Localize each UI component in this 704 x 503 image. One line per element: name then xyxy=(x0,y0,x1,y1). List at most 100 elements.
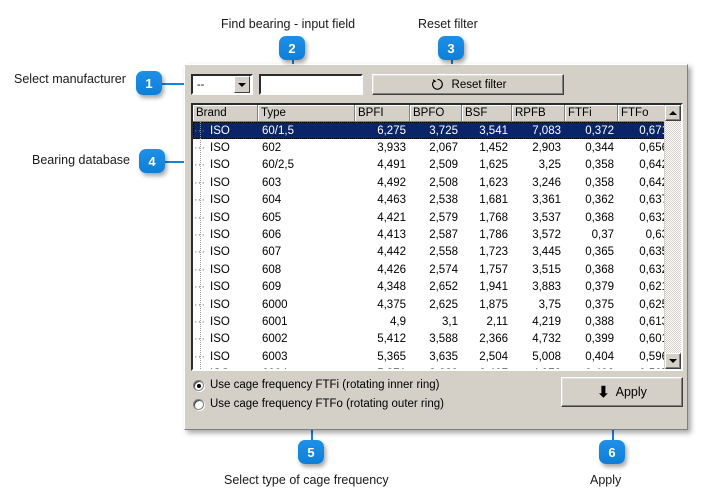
tree-node-icon: ··· xyxy=(194,315,205,328)
cell-bpfo: 2,579 xyxy=(429,211,458,224)
table-row[interactable]: ··· ISO 603 4,492 2,508 1,623 3,246 0,358 0,642 xyxy=(193,174,681,191)
cell-brand: ISO xyxy=(210,263,230,276)
cell-rpfb: 3,445 xyxy=(532,246,561,259)
cell-rpfb: 7,083 xyxy=(532,124,561,137)
bearing-database-dialog: -- Reset filter Brand Type BPFI BPFO BSF… xyxy=(184,64,688,430)
annotation-label-6: Apply xyxy=(590,473,622,487)
tree-node-icon: ··· xyxy=(193,366,206,369)
cell-brand: ISO xyxy=(206,366,258,369)
grid-body[interactable]: ··· ISO 60/1,5 6,275 3,725 3,541 7,083 0,372 0,6… xyxy=(193,122,681,369)
table-row[interactable]: ··· ISO 6003 5,365 3,635 2,504 5,008 0,404 0,596 xyxy=(193,348,681,365)
cell-bsf: 3,541 xyxy=(479,124,508,137)
callout-badge-1: 1 xyxy=(136,71,162,95)
table-row[interactable]: ··· ISO 6002 5,412 3,588 2,366 4,732 0,399 0,601 xyxy=(193,331,681,348)
cell-bpfo: 2,509 xyxy=(429,159,458,172)
table-row[interactable]: ··· ISO 602 3,933 2,067 1,452 2,903 0,344 0,656 xyxy=(193,139,681,156)
cell-brand: ISO xyxy=(210,211,230,224)
table-row[interactable]: ··· ISO 60/1,5 6,275 3,725 3,541 7,083 0,372 0,6… xyxy=(193,122,681,140)
cell-ftfi: 0,358 xyxy=(585,159,614,172)
cell-type: 603 xyxy=(262,176,282,189)
radio-option-ftfo[interactable]: Use cage frequency FTFo (rotating outer … xyxy=(193,396,444,413)
table-row[interactable]: ··· ISO 6001 4,9 3,1 2,11 4,219 0,388 0,613 xyxy=(193,313,681,330)
scroll-down-icon[interactable] xyxy=(665,353,681,369)
reset-filter-button[interactable]: Reset filter xyxy=(372,74,564,95)
cell-ftfi: 0,368 xyxy=(585,263,614,276)
column-header-bsf[interactable]: BSF xyxy=(462,105,512,121)
callout-badge-4: 4 xyxy=(139,149,165,173)
tree-node-icon: ··· xyxy=(194,194,205,207)
table-row[interactable]: ··· ISO 60/2,5 4,491 2,509 1,625 3,25 0,358 0,64… xyxy=(193,157,681,174)
cage-frequency-radio-group[interactable]: Use cage frequency FTFi (rotating inner … xyxy=(193,377,444,415)
manufacturer-selected-value: -- xyxy=(197,79,205,90)
radio-button-icon[interactable] xyxy=(193,399,204,410)
tree-node-icon: ··· xyxy=(194,350,205,363)
cell-bpfo: 3,725 xyxy=(429,124,458,137)
cell-bpfi: 5,371 xyxy=(355,366,410,369)
cell-bpfi: 4,492 xyxy=(377,176,406,189)
grid-vertical-scrollbar[interactable] xyxy=(664,105,681,369)
cell-rpfb: 2,903 xyxy=(532,142,561,155)
cell-rpfb: 3,515 xyxy=(532,263,561,276)
cell-bpfo: 2,558 xyxy=(429,246,458,259)
apply-button[interactable]: ⬇ Apply xyxy=(561,377,683,407)
cell-bpfo: 3,588 xyxy=(429,333,458,346)
manufacturer-select[interactable]: -- xyxy=(191,74,253,95)
table-row[interactable]: ···ISO60045,3713,6292,4974,9720,4020,597 xyxy=(193,365,681,369)
find-bearing-input[interactable] xyxy=(259,74,363,95)
radio-button-icon[interactable] xyxy=(193,380,204,391)
cell-bpfi: 4,9 xyxy=(390,315,406,328)
cell-type: 608 xyxy=(262,263,282,276)
cell-brand: ISO xyxy=(210,350,230,363)
column-header-ftfi[interactable]: FTFi xyxy=(565,105,618,121)
cell-brand: ISO xyxy=(210,194,230,207)
tree-node-icon: ··· xyxy=(194,298,205,311)
radio-option-label: Use cage frequency FTFo (rotating outer … xyxy=(210,398,444,410)
cell-ftfi: 0,365 xyxy=(585,246,614,259)
cell-bpfi: 5,412 xyxy=(377,333,406,346)
cell-bpfi: 4,463 xyxy=(377,194,406,207)
table-row[interactable]: ··· ISO 608 4,426 2,574 1,757 3,515 0,368 0,632 xyxy=(193,261,681,278)
chevron-down-icon[interactable] xyxy=(234,76,250,93)
tree-node-icon: ··· xyxy=(194,176,205,189)
cell-brand: ISO xyxy=(210,159,230,172)
cell-bsf: 2,497 xyxy=(462,366,512,369)
table-row[interactable]: ··· ISO 605 4,421 2,579 1,768 3,537 0,368 0,632 xyxy=(193,209,681,226)
scroll-up-icon[interactable] xyxy=(665,105,681,121)
column-header-brand[interactable]: Brand xyxy=(193,105,258,121)
cell-rpfb: 3,572 xyxy=(532,229,561,242)
callout-badge-3: 3 xyxy=(438,36,464,60)
column-header-bpfi[interactable]: BPFI xyxy=(355,105,410,121)
cell-bpfi: 4,491 xyxy=(377,159,406,172)
cell-bsf: 1,768 xyxy=(479,211,508,224)
cell-ftfi: 0,372 xyxy=(585,124,614,137)
column-header-rpfb[interactable]: RPFB xyxy=(512,105,565,121)
cell-type: 606 xyxy=(262,229,282,242)
table-row[interactable]: ··· ISO 606 4,413 2,587 1,786 3,572 0,37 0,63 xyxy=(193,226,681,243)
callout-badge-5: 5 xyxy=(298,440,324,464)
table-row[interactable]: ··· ISO 609 4,348 2,652 1,941 3,883 0,379 0,621 xyxy=(193,279,681,296)
table-row[interactable]: ··· ISO 604 4,463 2,538 1,681 3,361 0,362 0,637 xyxy=(193,192,681,209)
cell-bpfo: 2,538 xyxy=(429,194,458,207)
bearing-database-grid[interactable]: Brand Type BPFI BPFO BSF RPFB FTFi FTFo … xyxy=(191,103,683,371)
cell-ftfi: 0,37 xyxy=(591,229,614,242)
cell-ftfi: 0,388 xyxy=(585,315,614,328)
radio-option-ftfi[interactable]: Use cage frequency FTFi (rotating inner … xyxy=(193,377,444,394)
cell-bpfi: 4,442 xyxy=(377,246,406,259)
cell-rpfb: 4,732 xyxy=(532,333,561,346)
cell-brand: ISO xyxy=(210,176,230,189)
cell-bpfi: 4,375 xyxy=(377,298,406,311)
table-row[interactable]: ··· ISO 607 4,442 2,558 1,723 3,445 0,365 0,635 xyxy=(193,244,681,261)
arrow-down-icon: ⬇ xyxy=(597,383,610,401)
cell-ftfi: 0,375 xyxy=(585,298,614,311)
cell-ftfi: 0,402 xyxy=(565,366,618,369)
cell-bpfi: 4,421 xyxy=(377,211,406,224)
column-header-type[interactable]: Type xyxy=(258,105,355,121)
column-header-bpfo[interactable]: BPFO xyxy=(410,105,462,121)
cell-type: 60/2,5 xyxy=(262,159,294,172)
cell-rpfb: 3,883 xyxy=(532,281,561,294)
tree-node-icon: ··· xyxy=(194,263,205,276)
table-row[interactable]: ··· ISO 6000 4,375 2,625 1,875 3,75 0,375 0,625 xyxy=(193,296,681,313)
tree-node-icon: ··· xyxy=(194,246,205,259)
cell-brand: ISO xyxy=(210,315,230,328)
cell-ftfi: 0,404 xyxy=(585,350,614,363)
